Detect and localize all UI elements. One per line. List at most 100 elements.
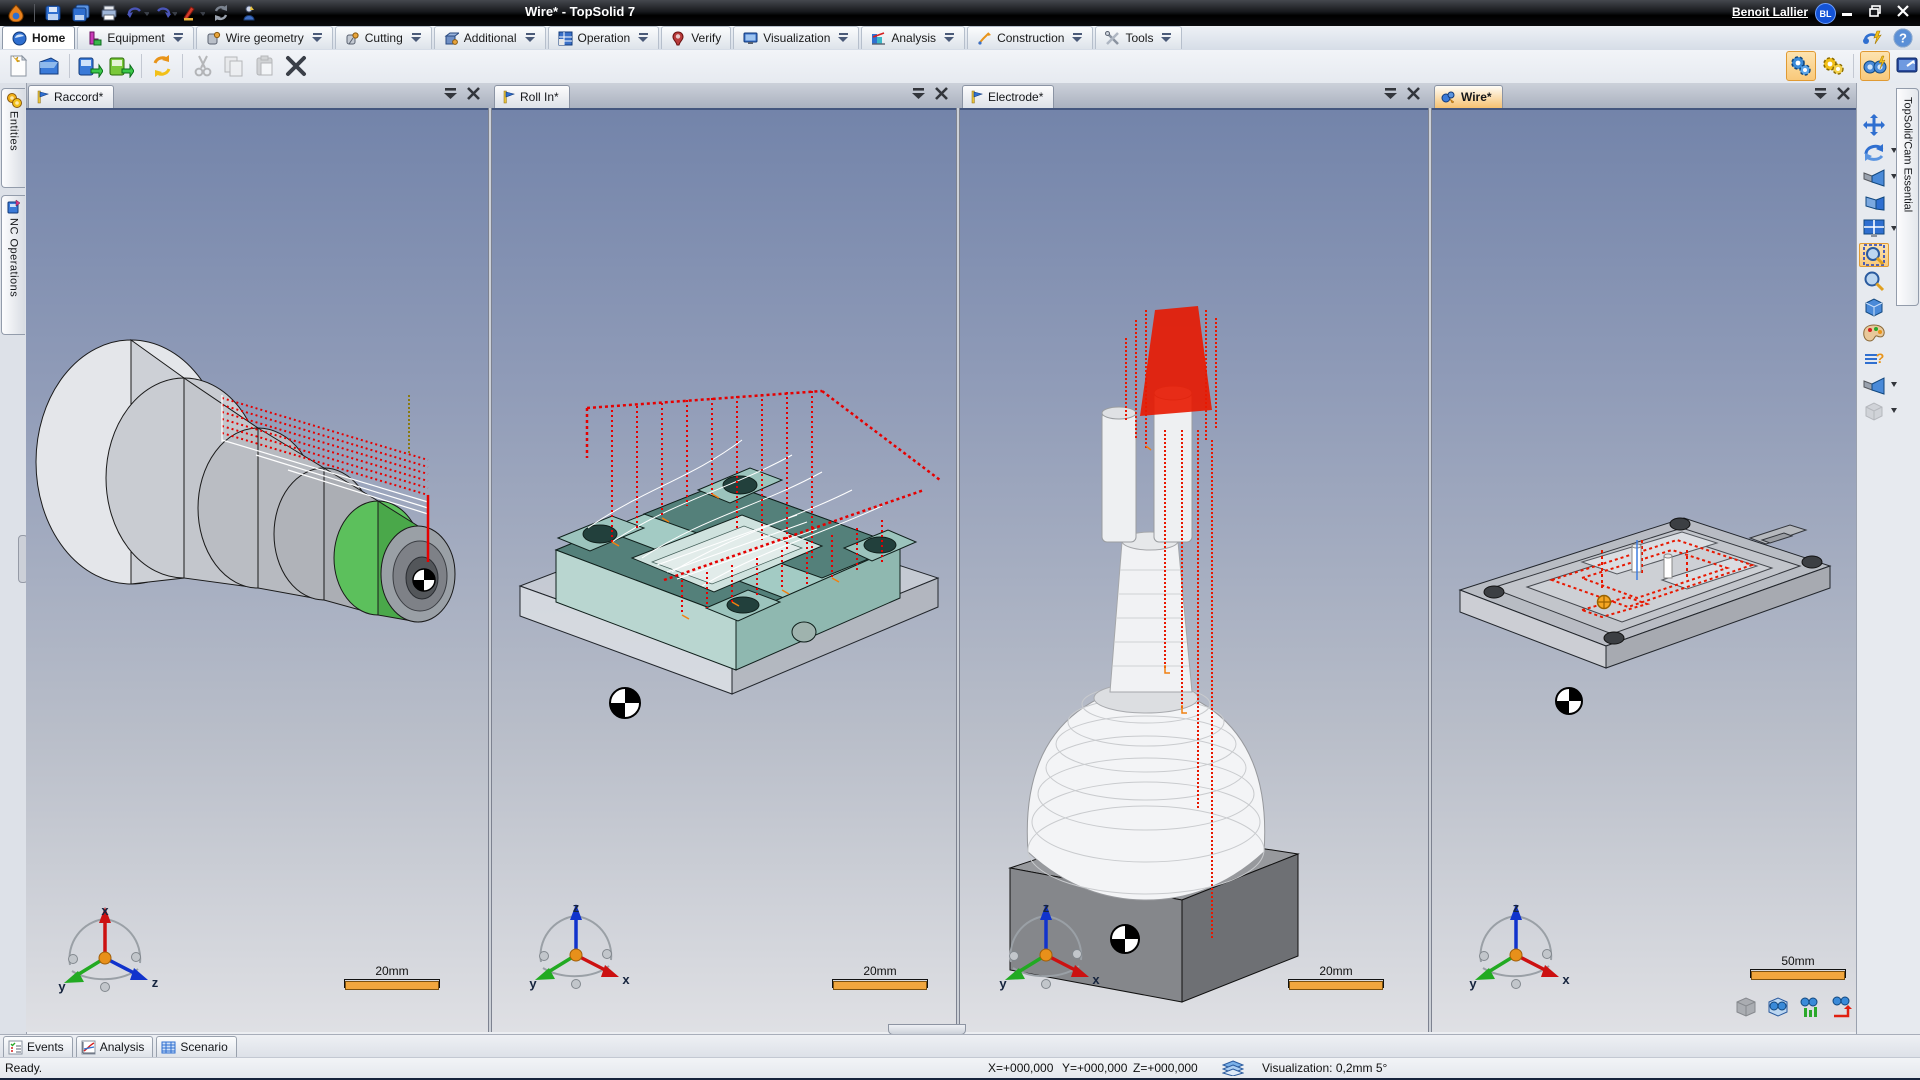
camera-view-icon[interactable] — [1859, 191, 1889, 215]
paste-icon[interactable] — [251, 52, 279, 80]
assistant-icon[interactable] — [237, 2, 261, 24]
zoom-window-icon[interactable] — [1859, 243, 1889, 267]
save-icon[interactable] — [41, 2, 65, 24]
checkout-icon[interactable] — [76, 52, 104, 80]
svg-text:?: ? — [1899, 31, 1907, 46]
redo-icon[interactable] — [153, 2, 177, 24]
entities-icon — [6, 92, 22, 108]
viewport-close-icon[interactable] — [467, 87, 480, 100]
user-account-link[interactable]: Benoit Lallier — [1732, 5, 1808, 19]
viewport-raccord[interactable]: x y z 20mm — [26, 108, 488, 1032]
undo-icon[interactable] — [125, 2, 149, 24]
print-icon[interactable] — [97, 2, 121, 24]
layers-icon[interactable] — [1222, 1060, 1244, 1076]
dropdown-icon — [411, 33, 422, 43]
minimize-button[interactable] — [1834, 0, 1860, 22]
viewport-pin-icon[interactable] — [1384, 88, 1397, 100]
axis-triad: z y x — [1467, 900, 1571, 1000]
triad-axis-label: x — [1092, 972, 1100, 987]
refresh-icon[interactable] — [209, 2, 233, 24]
tools-icon — [1105, 31, 1120, 46]
viewport-electrode[interactable]: z y x 20mm — [960, 108, 1428, 1032]
doc-tab-wire[interactable]: Wire* — [1434, 85, 1503, 108]
close-button[interactable] — [1890, 0, 1916, 22]
isometric-view-icon[interactable] — [1859, 295, 1889, 319]
panel-tab-nc-operations[interactable]: NC Operations — [1, 195, 25, 335]
viewport-wire[interactable]: z y x 50mm — [1432, 108, 1856, 1032]
tab-visualization[interactable]: Visualization — [733, 26, 859, 49]
viewport-close-icon[interactable] — [935, 87, 948, 100]
tab-cutting[interactable]: Cutting — [335, 26, 432, 49]
raccord-model — [26, 110, 488, 1032]
scale-bar: 20mm — [1288, 964, 1384, 992]
topsolid-logo-icon[interactable] — [4, 2, 28, 24]
tab-additional[interactable]: Additional — [434, 26, 546, 49]
simulation-analysis-icon[interactable] — [1796, 992, 1824, 1020]
copy-icon[interactable] — [220, 52, 248, 80]
triad-axis-label: y — [58, 979, 66, 994]
dropdown-icon — [173, 33, 184, 43]
equipment-icon — [87, 31, 102, 46]
tab-analysis[interactable]: Analysis — [861, 26, 965, 49]
multi-view-icon[interactable] — [1859, 217, 1889, 241]
visual-help-icon[interactable]: ? — [1859, 347, 1889, 371]
tab-scenario[interactable]: Scenario — [156, 1036, 236, 1057]
view-direction-icon[interactable] — [1859, 165, 1889, 189]
scale-bar: 50mm — [1750, 954, 1846, 982]
new-document-icon[interactable] — [4, 52, 32, 80]
verification-icon[interactable] — [1860, 51, 1890, 81]
delete-icon[interactable] — [282, 52, 310, 80]
help-icon[interactable]: ? — [1893, 28, 1913, 48]
tab-construction[interactable]: Construction — [967, 26, 1093, 49]
tab-tools[interactable]: Tools — [1095, 26, 1182, 49]
cam-document-icon — [1441, 90, 1456, 104]
annotate-icon[interactable] — [181, 2, 205, 24]
coordinate-y: Y=+000,000 — [1062, 1061, 1127, 1075]
machining-parameters-icon[interactable] — [1786, 51, 1816, 81]
open-document-icon[interactable] — [35, 52, 63, 80]
viewport-close-icon[interactable] — [1837, 87, 1850, 100]
simulation-mode-icons — [1732, 992, 1856, 1020]
tab-events[interactable]: Events — [3, 1036, 73, 1057]
triad-axis-label: z — [573, 900, 580, 915]
rotate-view-icon[interactable] — [1859, 139, 1889, 163]
stock-view-icon[interactable] — [1732, 992, 1760, 1020]
panel-tab-entities[interactable]: Entities — [1, 88, 25, 188]
viewport-rollin[interactable]: z y x 20mm — [492, 108, 956, 1032]
restore-button[interactable] — [1862, 0, 1888, 22]
simulation-screen-icon[interactable] — [1893, 52, 1920, 80]
doc-tab-rollin[interactable]: Roll In* — [494, 85, 570, 108]
scale-label: 50mm — [1750, 954, 1846, 968]
rollin-model — [492, 110, 956, 1032]
zoom-icon[interactable] — [1859, 269, 1889, 293]
simulation-view-icon[interactable] — [1764, 992, 1792, 1020]
section-view-icon[interactable] — [1859, 373, 1889, 397]
axis-triad: z y x — [997, 900, 1101, 1000]
checkin-icon[interactable] — [107, 52, 135, 80]
sync-icon[interactable] — [148, 52, 176, 80]
viewport-close-icon[interactable] — [1407, 87, 1420, 100]
viewport-pin-icon[interactable] — [1814, 88, 1827, 100]
tab-equipment[interactable]: Equipment — [77, 26, 193, 49]
tab-wire-geometry[interactable]: Wire geometry — [196, 26, 333, 49]
tab-operation[interactable]: Operation — [548, 26, 660, 49]
tab-home[interactable]: Home — [2, 26, 75, 49]
pan-icon[interactable] — [1859, 113, 1889, 137]
viewport-pin-icon[interactable] — [444, 88, 457, 100]
machining-options-icon[interactable] — [1819, 52, 1847, 80]
document-flag-icon — [969, 90, 983, 104]
save-all-icon[interactable] — [69, 2, 93, 24]
simulation-report-icon[interactable] — [1828, 992, 1856, 1020]
doc-tab-raccord[interactable]: Raccord* — [28, 85, 114, 108]
doc-tab-electrode[interactable]: Electrode* — [962, 85, 1054, 108]
stock-display-icon[interactable] — [1859, 399, 1889, 423]
support-icon[interactable] — [1862, 29, 1884, 47]
tab-verify[interactable]: Verify — [661, 26, 731, 49]
cut-icon[interactable] — [189, 52, 217, 80]
status-message: Ready. — [5, 1061, 42, 1075]
render-style-icon[interactable] — [1859, 321, 1889, 345]
user-avatar-badge[interactable]: BL — [1815, 3, 1836, 24]
product-edition-tab[interactable]: TopSolid'Cam Essential — [1896, 88, 1919, 306]
tab-analysis-bottom[interactable]: Analysis — [76, 1036, 154, 1057]
viewport-pin-icon[interactable] — [912, 88, 925, 100]
